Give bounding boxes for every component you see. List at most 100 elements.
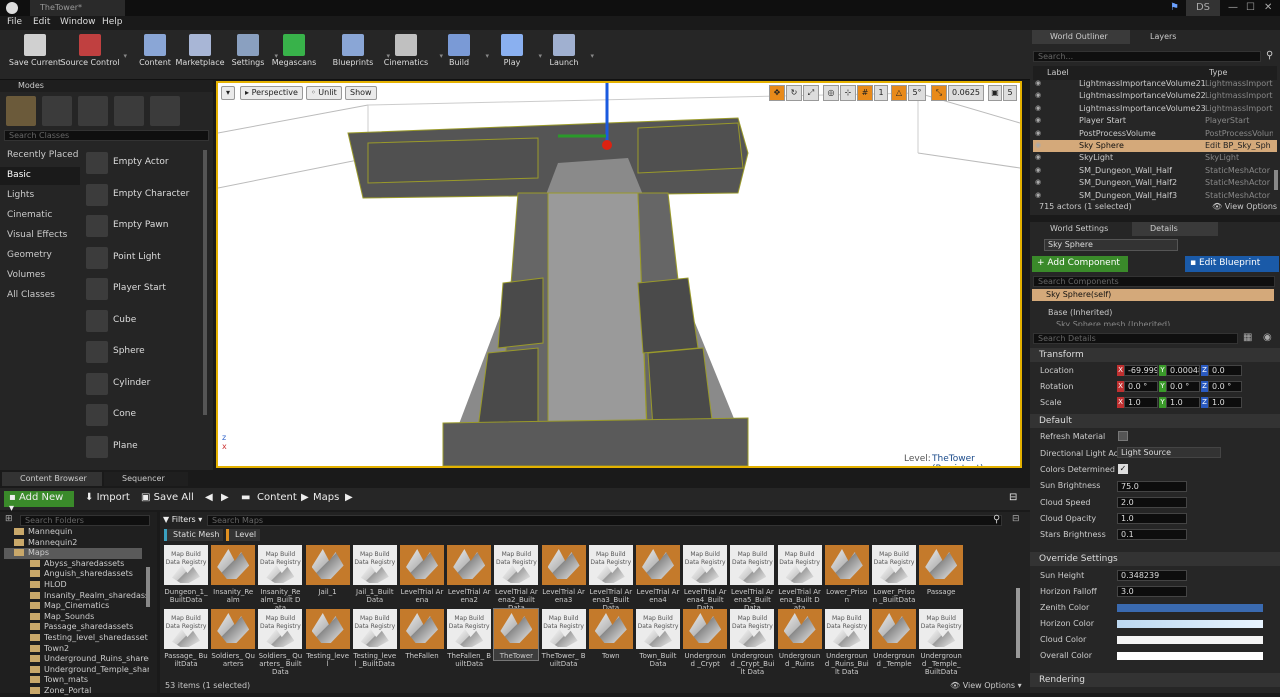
asset-scrollbar[interactable] <box>1016 588 1020 658</box>
map-asset[interactable]: Underground _Temple <box>872 609 916 668</box>
category-recently-placed[interactable]: Recently Placed <box>0 147 80 165</box>
visibility-icon[interactable]: ◉ <box>1263 332 1272 343</box>
search-classes-input[interactable]: Search Classes <box>4 130 209 141</box>
view-mode-button[interactable]: ◦ Unlit <box>306 86 342 100</box>
map-asset[interactable]: Insanity_Realm <box>211 545 256 604</box>
build-data-asset[interactable]: Map Build Data Registry LevelTrial Arena_… <box>777 545 822 612</box>
filter-chip-level[interactable]: Level <box>226 529 261 541</box>
visibility-eye-icon[interactable]: ◉ <box>1035 178 1041 186</box>
folder-item[interactable]: Insanity_Realm_sharedass <box>4 591 149 602</box>
overall-color-swatch[interactable] <box>1117 652 1263 660</box>
build-data-asset[interactable]: Map Build Data Registry Passage_ BuiltDat… <box>164 609 208 668</box>
build-data-asset[interactable]: Map Build Data Registry LevelTrial Arena5… <box>730 545 775 612</box>
grid-size[interactable]: 1 <box>874 85 888 101</box>
outliner-row[interactable]: ◉ Sky Sphere Edit BP_Sky_Sph <box>1033 140 1277 152</box>
build-data-asset[interactable]: Map Build Data Registry LevelTrial Arena3… <box>588 545 633 612</box>
category-basic[interactable]: Basic <box>0 167 80 185</box>
menu-edit[interactable]: Edit <box>33 17 50 27</box>
folder-item[interactable]: Town2 <box>4 644 149 655</box>
rendering-section[interactable]: Rendering <box>1030 673 1280 687</box>
settings-button[interactable]: Settings ▾ <box>225 34 278 78</box>
scale-x-field[interactable]: 1.0 <box>1124 397 1158 408</box>
build-data-asset[interactable]: Map Build Data Registry Underground _Cryp… <box>730 609 775 676</box>
folder-item[interactable]: Map_Sounds <box>4 612 149 623</box>
visibility-eye-icon[interactable]: ◉ <box>1035 191 1041 199</box>
build-button[interactable]: Build ▾ <box>436 34 489 78</box>
build-data-asset[interactable]: Map Build Data Registry Jail_1_Built Data <box>352 545 397 604</box>
filter-chip-static-mesh[interactable]: Static Mesh <box>164 529 224 541</box>
outliner-row[interactable]: ◉ LightmassImportanceVolume21 LightmassImp… <box>1033 78 1277 90</box>
grid-snap-icon[interactable]: # <box>857 85 873 101</box>
save-current-button[interactable]: Save Current <box>5 34 65 78</box>
map-asset[interactable]: Soldiers_ Quarters <box>211 609 256 668</box>
place-item-cube[interactable]: Cube <box>82 306 206 336</box>
place-item-cone[interactable]: Cone <box>82 400 206 430</box>
rotation-label[interactable]: Rotation <box>1040 382 1073 391</box>
map-asset[interactable]: Underground _Crypt <box>683 609 728 668</box>
category-all-classes[interactable]: All Classes <box>0 287 80 305</box>
rotation-x-field[interactable]: 0.0 ° <box>1124 381 1158 392</box>
perspective-button[interactable]: ▸ Perspective <box>240 86 303 100</box>
outliner-row[interactable]: ◉ LightmassImportanceVolume23 LightmassImp… <box>1033 103 1277 115</box>
folder-item[interactable]: Zone_Portal <box>4 686 149 697</box>
override-section[interactable]: Override Settings <box>1030 552 1280 566</box>
surface-snap-icon[interactable]: ⊹ <box>840 85 856 101</box>
place-item-plane[interactable]: Plane <box>82 432 206 462</box>
build-data-asset[interactable]: Map Build Data Registry LevelTrial Arena4… <box>683 545 728 612</box>
map-asset[interactable]: TheTower <box>493 608 540 661</box>
search-components-input[interactable]: Search Components <box>1033 276 1275 287</box>
map-asset[interactable]: Jail_1 <box>305 545 350 596</box>
default-section[interactable]: Default <box>1030 414 1280 428</box>
folder-item[interactable]: HLOD <box>4 580 149 591</box>
rotate-tool-icon[interactable]: ↻ <box>786 85 802 101</box>
world-local-icon[interactable]: ◎ <box>823 85 839 101</box>
outliner-search-input[interactable]: Search... <box>1033 51 1261 62</box>
tab-sequencer[interactable]: Sequencer <box>104 472 188 486</box>
source-control-button[interactable]: Source Control ▾ <box>60 34 127 78</box>
outliner-row[interactable]: ◉ Player Start PlayerStart <box>1033 115 1277 127</box>
edit-blueprint-button[interactable]: ▪ Edit Blueprint <box>1185 256 1279 272</box>
category-geometry[interactable]: Geometry <box>0 247 80 265</box>
menu-file[interactable]: File <box>7 17 22 27</box>
menu-window[interactable]: Window <box>60 17 96 27</box>
camera-speed-value[interactable]: 5 <box>1003 85 1017 101</box>
tab-world-outliner[interactable]: World Outliner <box>1032 30 1130 44</box>
scale-snap-value[interactable]: 0.0625 <box>948 85 984 101</box>
visibility-eye-icon[interactable]: ◉ <box>1035 91 1041 99</box>
folder-item[interactable]: Passage_sharedassets <box>4 622 149 633</box>
location-z-field[interactable]: 0.0 <box>1208 365 1242 376</box>
build-data-asset[interactable]: Map Build Data Registry Lower_Prison _Bui… <box>872 545 916 604</box>
play-button[interactable]: Play ▾ <box>489 34 542 78</box>
build-data-asset[interactable]: Map Build Data Registry LevelTrial Arena2… <box>494 545 539 612</box>
location-y-field[interactable]: 0.00048 <box>1166 365 1200 376</box>
landscape-mode-icon[interactable] <box>78 96 108 126</box>
user-badge[interactable]: DS <box>1186 0 1220 16</box>
folder-item[interactable]: Town_mats <box>4 675 149 686</box>
viewport-options-button[interactable]: ▾ <box>221 86 236 100</box>
add-component-button[interactable]: + Add Component <box>1032 256 1128 272</box>
build-data-asset[interactable]: Map Build Data Registry TheTower_ BuiltDa… <box>541 609 586 668</box>
sun-height-field[interactable]: 0.348239 <box>1117 570 1187 581</box>
search-folders-input[interactable]: Search Folders <box>20 515 150 526</box>
component-self[interactable]: Sky Sphere(self) <box>1032 289 1274 301</box>
translate-tool-icon[interactable]: ✥ <box>769 85 785 101</box>
blueprints-button[interactable]: Blueprints ▾ <box>323 34 390 78</box>
map-asset[interactable]: LevelTrial Arena <box>400 545 444 604</box>
foliage-mode-icon[interactable] <box>114 96 144 126</box>
scale-snap-icon[interactable]: ⤡ <box>931 85 947 101</box>
build-data-asset[interactable]: Map Build Data Registry Soldiers_ Quarter… <box>258 609 303 676</box>
close-icon[interactable]: ✕ <box>1264 2 1272 13</box>
filters-button[interactable]: ▼ Filters ▾ <box>163 515 202 524</box>
scale-y-field[interactable]: 1.0 <box>1166 397 1200 408</box>
colors-determined-checkbox[interactable]: ✓ <box>1118 464 1128 474</box>
add-new-button[interactable]: ▪ Add New ▾ <box>4 491 74 514</box>
folder-item[interactable]: Testing_level_sharedasset <box>4 633 149 644</box>
category-cinematic[interactable]: Cinematic <box>0 207 80 225</box>
level-tab[interactable]: TheTower* <box>30 0 125 16</box>
map-asset[interactable]: Town <box>588 609 633 660</box>
category-visual-effects[interactable]: Visual Effects <box>0 227 80 245</box>
rotation-z-field[interactable]: 0.0 ° <box>1208 381 1242 392</box>
place-item-point-light[interactable]: Point Light <box>82 243 206 273</box>
level-viewport[interactable]: ▾ ▸ Perspective ◦ Unlit Show ✥ ↻ ⤢ ◎ ⊹ #… <box>216 81 1022 468</box>
folder-item[interactable]: Anguish_sharedassets <box>4 569 149 580</box>
